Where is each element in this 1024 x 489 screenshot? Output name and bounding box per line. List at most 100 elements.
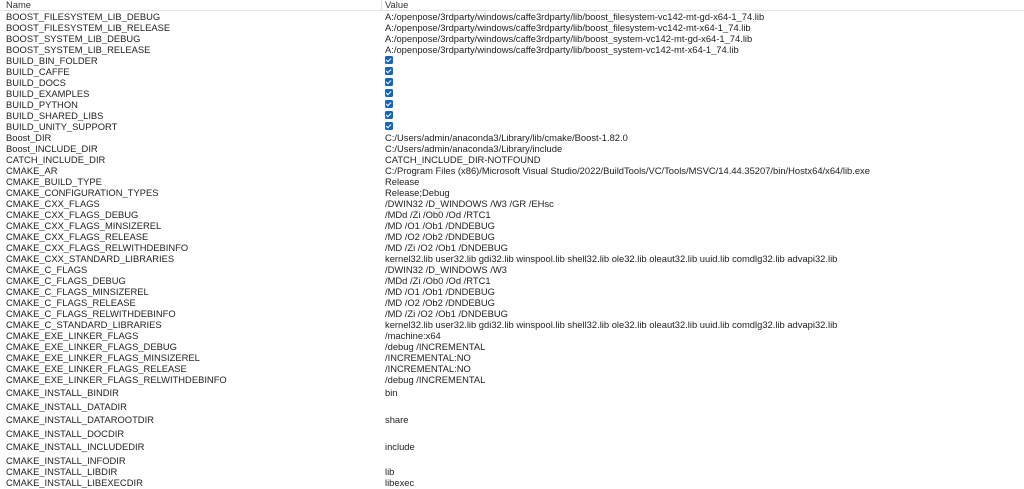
table-row[interactable]: CMAKE_C_FLAGS_MINSIZEREL/MD /O1 /Ob1 /DN…	[0, 286, 1024, 297]
cache-entry-value[interactable]: /DWIN32 /D_WINDOWS /W3 /GR /EHsc	[385, 198, 1021, 209]
table-row[interactable]: BUILD_SHARED_LIBS	[0, 110, 1024, 121]
table-row[interactable]: BUILD_EXAMPLES	[0, 88, 1024, 99]
table-row[interactable]: CMAKE_C_FLAGS_RELEASE/MD /O2 /Ob2 /DNDEB…	[0, 297, 1024, 308]
table-row[interactable]: BOOST_FILESYSTEM_LIB_RELEASE A:/openpose/…	[0, 22, 1024, 33]
table-row[interactable]: BOOST_FILESYSTEM_LIB_DEBUG A:/openpose/3r…	[0, 11, 1024, 22]
table-row[interactable]: CMAKE_C_FLAGS_RELWITHDEBINFO/MD /Zi /O2 …	[0, 308, 1024, 319]
cache-entry-value[interactable]: /debug /INCREMENTAL	[385, 341, 1021, 352]
cache-entry-name: CMAKE_CXX_FLAGS_RELEASE	[6, 231, 149, 242]
table-row[interactable]: CMAKE_BUILD_TYPE Release	[0, 176, 1024, 187]
cache-entry-value[interactable]: libexec	[385, 477, 1021, 488]
table-row[interactable]: CMAKE_CXX_STANDARD_LIBRARIES kernel32.lib…	[0, 253, 1024, 264]
cache-entry-value[interactable]: Release	[385, 176, 1021, 187]
cache-entry-name: CMAKE_EXE_LINKER_FLAGS_MINSIZEREL	[6, 352, 200, 363]
cache-entry-value[interactable]: kernel32.lib user32.lib gdi32.lib winspo…	[385, 253, 1021, 264]
checkbox-checked-icon[interactable]	[385, 89, 393, 97]
cache-entry-name: CMAKE_CXX_FLAGS	[6, 198, 100, 209]
cache-entry-value[interactable]: A:/openpose/3rdparty/windows/caffe3rdpar…	[385, 11, 1021, 22]
table-row[interactable]: BUILD_BIN_FOLDER	[0, 55, 1024, 66]
table-row[interactable]: CMAKE_C_STANDARD_LIBRARIES kernel32.lib u…	[0, 319, 1024, 330]
cache-entry-name: CMAKE_INSTALL_LIBEXECDIR	[6, 477, 143, 488]
cache-entry-value[interactable]: /MD /O1 /Ob1 /DNDEBUG	[385, 220, 1021, 231]
cache-entry-name: BUILD_PYTHON	[6, 99, 78, 110]
cache-entry-value[interactable]: /DWIN32 /D_WINDOWS /W3	[385, 264, 1021, 275]
table-row[interactable]: CMAKE_EXE_LINKER_FLAGS_MINSIZEREL/INCREM…	[0, 352, 1024, 363]
cache-entry-value[interactable]: /machine:x64	[385, 330, 1021, 341]
table-row[interactable]: BUILD_CAFFE	[0, 66, 1024, 77]
table-row[interactable]: CMAKE_INSTALL_DOCDIR	[0, 428, 1024, 439]
cache-entry-value[interactable]: /debug /INCREMENTAL	[385, 374, 1021, 385]
cache-entry-value[interactable]: /MD /O2 /Ob2 /DNDEBUG	[385, 297, 1021, 308]
table-row[interactable]: BUILD_UNITY_SUPPORT	[0, 121, 1024, 132]
cache-entry-name: BOOST_SYSTEM_LIB_DEBUG	[6, 33, 141, 44]
cache-entry-value[interactable]: C:/Users/admin/anaconda3/Library/include	[385, 143, 1021, 154]
cache-entry-name: CMAKE_CXX_FLAGS_MINSIZEREL	[6, 220, 162, 231]
table-row[interactable]: CMAKE_EXE_LINKER_FLAGS_RELEASE/INCREMENT…	[0, 363, 1024, 374]
cache-entry-value[interactable]: /MD /Zi /O2 /Ob1 /DNDEBUG	[385, 308, 1021, 319]
cache-entry-value-cell	[385, 55, 1021, 66]
cache-entry-value[interactable]: A:/openpose/3rdparty/windows/caffe3rdpar…	[385, 44, 1021, 55]
checkbox-checked-icon[interactable]	[385, 56, 393, 64]
table-row[interactable]: CATCH_INCLUDE_DIR CATCH_INCLUDE_DIR-NOTFO…	[0, 154, 1024, 165]
cache-entry-value[interactable]: C:/Users/admin/anaconda3/Library/lib/cma…	[385, 132, 1021, 143]
table-row[interactable]: CMAKE_EXE_LINKER_FLAGS_DEBUG/debug /INCR…	[0, 341, 1024, 352]
cache-entry-name: CMAKE_INSTALL_BINDIR	[6, 387, 119, 398]
table-row[interactable]: CMAKE_INSTALL_LIBDIR lib	[0, 466, 1024, 477]
table-row[interactable]: CMAKE_CXX_FLAGS_RELEASE/MD /O2 /Ob2 /DND…	[0, 231, 1024, 242]
checkbox-checked-icon[interactable]	[385, 100, 393, 108]
cache-entry-value[interactable]: /MD /O2 /Ob2 /DNDEBUG	[385, 231, 1021, 242]
cache-entry-value[interactable]: CATCH_INCLUDE_DIR-NOTFOUND	[385, 154, 1021, 165]
table-row[interactable]: BUILD_PYTHON	[0, 99, 1024, 110]
cache-entry-value[interactable]: /MDd /Zi /Ob0 /Od /RTC1	[385, 209, 1021, 220]
cache-entry-value-cell	[385, 99, 1021, 110]
cache-entry-value[interactable]: /MD /Zi /O2 /Ob1 /DNDEBUG	[385, 242, 1021, 253]
checkbox-checked-icon[interactable]	[385, 122, 393, 130]
column-divider[interactable]	[381, 0, 382, 10]
cache-entry-value[interactable]: A:/openpose/3rdparty/windows/caffe3rdpar…	[385, 33, 1021, 44]
table-row[interactable]: CMAKE_C_FLAGS_DEBUG/MDd /Zi /Ob0 /Od /RT…	[0, 275, 1024, 286]
cache-entry-value[interactable]: lib	[385, 466, 1021, 477]
table-row[interactable]: CMAKE_INSTALL_BINDIR bin	[0, 385, 1024, 401]
table-row[interactable]: CMAKE_EXE_LINKER_FLAGS_RELWITHDEBINFO/de…	[0, 374, 1024, 385]
cache-entry-value[interactable]: /INCREMENTAL:NO	[385, 352, 1021, 363]
cache-entry-value[interactable]: /MDd /Zi /Ob0 /Od /RTC1	[385, 275, 1021, 286]
cache-entry-value[interactable]: C:/Program Files (x86)/Microsoft Visual …	[385, 165, 1021, 176]
checkbox-checked-icon[interactable]	[385, 78, 393, 86]
cache-entry-value-cell	[385, 121, 1021, 132]
cache-entry-name: CMAKE_INSTALL_LIBDIR	[6, 466, 118, 477]
table-row[interactable]: CMAKE_CXX_FLAGS_RELWITHDEBINFO/MD /Zi /O…	[0, 242, 1024, 253]
checkbox-checked-icon[interactable]	[385, 111, 393, 119]
table-row[interactable]: CMAKE_AR C:/Program Files (x86)/Microsoft…	[0, 165, 1024, 176]
cache-entry-name: BOOST_SYSTEM_LIB_RELEASE	[6, 44, 151, 55]
table-row[interactable]: CMAKE_CXX_FLAGS_DEBUG/MDd /Zi /Ob0 /Od /…	[0, 209, 1024, 220]
table-row[interactable]: CMAKE_C_FLAGS/DWIN32 /D_WINDOWS /W3	[0, 264, 1024, 275]
column-header-value[interactable]: Value	[385, 0, 408, 10]
cache-entry-value[interactable]: A:/openpose/3rdparty/windows/caffe3rdpar…	[385, 22, 1021, 33]
table-row[interactable]: BOOST_SYSTEM_LIB_RELEASE A:/openpose/3rdp…	[0, 44, 1024, 55]
table-row[interactable]: CMAKE_CXX_FLAGS_MINSIZEREL/MD /O1 /Ob1 /…	[0, 220, 1024, 231]
cache-entry-value[interactable]: kernel32.lib user32.lib gdi32.lib winspo…	[385, 319, 1021, 330]
table-row[interactable]: CMAKE_INSTALL_DATADIR	[0, 401, 1024, 412]
cache-entry-value[interactable]: bin	[385, 385, 1021, 401]
table-row[interactable]: BUILD_DOCS	[0, 77, 1024, 88]
cache-entry-name: CMAKE_INSTALL_INFODIR	[6, 455, 126, 466]
table-row[interactable]: CMAKE_CXX_FLAGS/DWIN32 /D_WINDOWS /W3 /G…	[0, 198, 1024, 209]
cache-entry-value[interactable]: share	[385, 412, 1021, 428]
table-row[interactable]: CMAKE_EXE_LINKER_FLAGS/machine:x64	[0, 330, 1024, 341]
table-row[interactable]: CMAKE_CONFIGURATION_TYPES Release;Debug	[0, 187, 1024, 198]
cache-entry-value[interactable]: /INCREMENTAL:NO	[385, 363, 1021, 374]
table-row[interactable]: Boost_INCLUDE_DIR C:/Users/admin/anaconda…	[0, 143, 1024, 154]
cache-entry-name: Boost_DIR	[6, 132, 52, 143]
cache-entry-value[interactable]: Release;Debug	[385, 187, 1021, 198]
cache-entry-name: BOOST_FILESYSTEM_LIB_RELEASE	[6, 22, 171, 33]
table-row[interactable]: CMAKE_INSTALL_INFODIR	[0, 455, 1024, 466]
checkbox-checked-icon[interactable]	[385, 67, 393, 75]
cache-entry-value[interactable]: include	[385, 439, 1021, 455]
table-row[interactable]: CMAKE_INSTALL_LIBEXECDIR libexec	[0, 477, 1024, 488]
table-row[interactable]: BOOST_SYSTEM_LIB_DEBUG A:/openpose/3rdpar…	[0, 33, 1024, 44]
cache-entry-value[interactable]: /MD /O1 /Ob1 /DNDEBUG	[385, 286, 1021, 297]
table-row[interactable]: CMAKE_INSTALL_DATAROOTDIR share	[0, 412, 1024, 428]
table-row[interactable]: Boost_DIR C:/Users/admin/anaconda3/Librar…	[0, 132, 1024, 143]
table-row[interactable]: CMAKE_INSTALL_INCLUDEDIR include	[0, 439, 1024, 455]
column-header-name[interactable]: Name	[6, 0, 31, 10]
